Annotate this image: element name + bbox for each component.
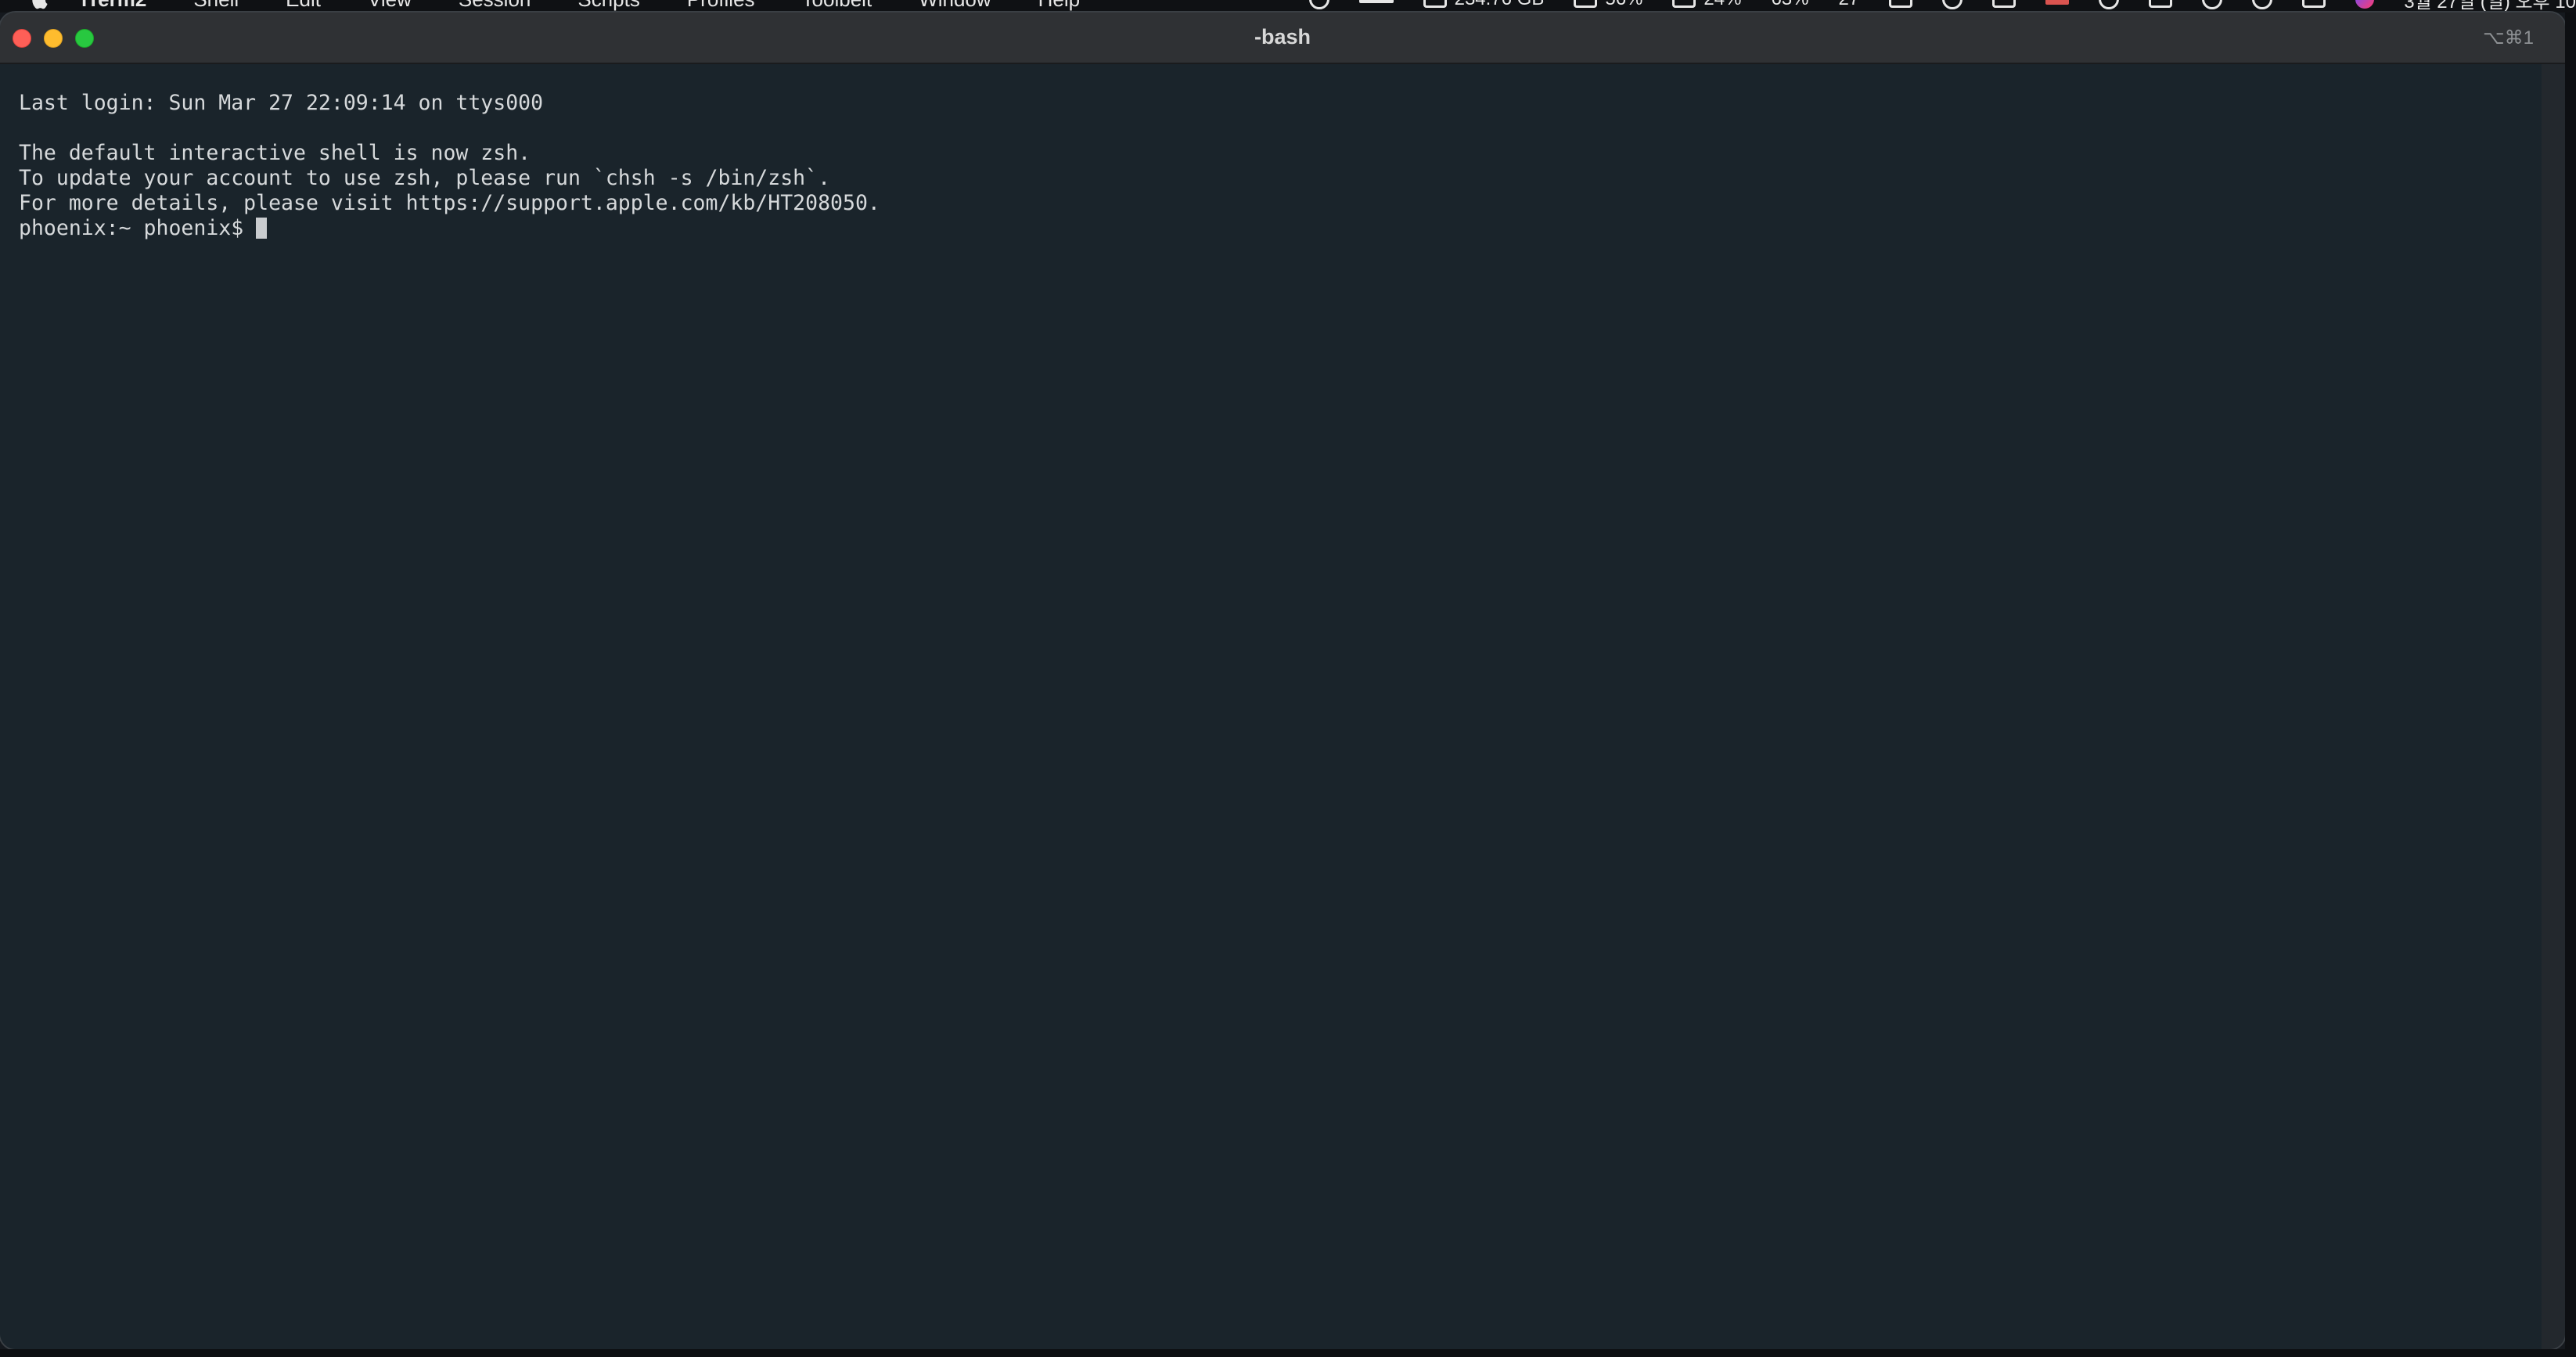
menu-scripts[interactable]: Scripts: [577, 0, 639, 12]
status-pen[interactable]: [1992, 0, 2017, 8]
terminal-line: The default interactive shell is now zsh…: [19, 141, 531, 165]
disk-value: 234.76 GB: [1455, 0, 1545, 10]
terminal-line: Last login: Sun Mar 27 22:09:14 on ttys0…: [19, 91, 544, 115]
status-battery[interactable]: [2149, 0, 2173, 8]
menu-shell[interactable]: Shell: [193, 0, 239, 12]
terminal-output[interactable]: Last login: Sun Mar 27 22:09:14 on ttys0…: [0, 64, 2542, 1349]
status-wifi[interactable]: [2202, 0, 2223, 9]
siri-icon: [2355, 0, 2375, 9]
window-shortcut: ⌥⌘1: [2482, 27, 2534, 49]
cpu-icon: [1672, 0, 1696, 8]
battery-icon: [2149, 0, 2173, 8]
menu-toolbelt[interactable]: Toolbelt: [802, 0, 872, 12]
status-disk[interactable]: 234.76 GB: [1423, 0, 1545, 10]
status-memory[interactable]: 56%: [1574, 0, 1642, 10]
wifi-icon: [2202, 0, 2223, 9]
menu-edit[interactable]: Edit: [286, 0, 321, 12]
text-cursor: [256, 218, 268, 239]
status-bar-graph[interactable]: [1358, 0, 1394, 3]
battery-percent-value: 63%: [1771, 0, 1808, 10]
menu-app-name[interactable]: iTerm2: [81, 0, 146, 12]
search-icon: [2252, 0, 2273, 9]
menu-view[interactable]: View: [368, 0, 412, 12]
menu-extras: 234.76 GB 56% 24% 63% 27 3월 27일 (일) 오후 1…: [1308, 0, 2576, 13]
prompt-line[interactable]: phoenix:~ phoenix$: [19, 216, 2542, 241]
status-calendar[interactable]: 27: [1839, 0, 1860, 10]
menu-items: iTerm2 Shell Edit View Session Scripts P…: [81, 0, 1080, 11]
control-center-icon: [2302, 0, 2326, 8]
screen: iTerm2 Shell Edit View Session Scripts P…: [0, 0, 2576, 1357]
cpu-value: 24%: [1704, 0, 1741, 10]
status-bluetooth[interactable]: [2099, 0, 2120, 9]
status-pointer[interactable]: [1308, 0, 1329, 9]
window-title: -bash: [1254, 25, 1311, 49]
menu-profiles[interactable]: Profiles: [687, 0, 755, 12]
status-gift[interactable]: [1889, 0, 1913, 8]
disk-icon: [1423, 0, 1447, 8]
shell-prompt: phoenix:~ phoenix$: [19, 216, 244, 240]
memory-value: 56%: [1605, 0, 1642, 10]
status-control-center[interactable]: [2302, 0, 2326, 8]
bar-icon: [1358, 0, 1394, 3]
pointer-icon: [1308, 0, 1329, 9]
clock-value: 3월 27일 (일) 오후 10: [2404, 0, 2576, 13]
terminal-window: -bash ⌥⌘1 Last login: Sun Mar 27 22:09:1…: [0, 13, 2565, 1349]
menu-session[interactable]: Session: [459, 0, 531, 12]
scrollbar-track[interactable]: [2542, 64, 2565, 1349]
status-timer[interactable]: [1942, 0, 1963, 9]
terminal-line: For more details, please visit https://s…: [19, 191, 880, 215]
terminal-line: To update your account to use zsh, pleas…: [19, 166, 831, 190]
calendar-icon: 27: [1839, 0, 1860, 10]
menu-help[interactable]: Help: [1038, 0, 1080, 12]
timer-icon: [1942, 0, 1963, 9]
memory-icon: [1574, 0, 1598, 8]
status-cpu[interactable]: 24%: [1672, 0, 1741, 10]
pen-icon: [1992, 0, 2017, 8]
status-clock[interactable]: 3월 27일 (일) 오후 10: [2404, 0, 2576, 13]
desktop-edge: [2565, 13, 2576, 1357]
desktop-edge-bottom: [0, 1349, 2576, 1357]
status-siri[interactable]: [2355, 0, 2375, 9]
status-input-flag[interactable]: [2045, 0, 2070, 5]
gift-icon: [1889, 0, 1913, 8]
apple-icon[interactable]: [30, 0, 52, 11]
flag-icon: [2045, 0, 2070, 5]
macos-menu-bar: iTerm2 Shell Edit View Session Scripts P…: [0, 0, 2576, 13]
status-spotlight[interactable]: [2252, 0, 2273, 9]
status-battery-percent[interactable]: 63%: [1771, 0, 1808, 10]
bluetooth-icon: [2099, 0, 2120, 9]
title-bar[interactable]: -bash ⌥⌘1: [0, 13, 2565, 64]
menu-window[interactable]: Window: [919, 0, 991, 12]
